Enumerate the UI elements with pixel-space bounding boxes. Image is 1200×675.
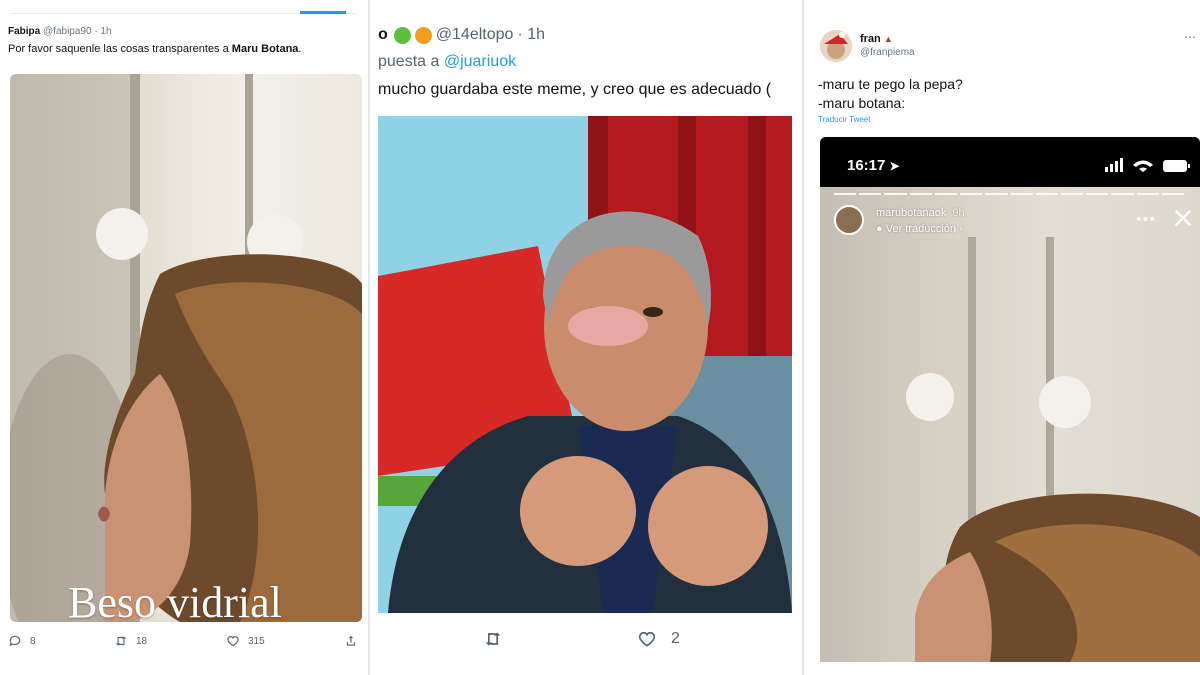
see-translation-link[interactable]: ● Ver traducción › <box>876 223 963 235</box>
story-progress-bar <box>834 193 1185 195</box>
story-username-text: marubotanaok <box>876 207 947 219</box>
tab-bar <box>10 0 356 14</box>
reply-button[interactable]: 8 <box>8 634 36 648</box>
reply-prefix: puesta a <box>378 53 444 70</box>
see-translation-text: Ver traducción <box>885 223 957 235</box>
green-heart-icon <box>393 26 411 44</box>
share-button[interactable] <box>344 634 358 648</box>
like-icon <box>227 636 239 647</box>
like-count: 315 <box>248 635 265 647</box>
tweet-time[interactable]: · 1h <box>517 26 545 44</box>
more-options-icon[interactable]: ⋯ <box>1184 30 1196 44</box>
tweet-card-14eltopo: o @14eltopo · 1h puesta a @juariuok much… <box>373 0 797 675</box>
santa-hat-icon: ▲ <box>883 34 893 44</box>
story-time: 9h <box>952 207 965 219</box>
tweet-actions: 8 18 315 <box>8 634 362 652</box>
retweet-icon <box>485 632 501 646</box>
phone-status-bar: 16:17 ➤ <box>820 137 1200 187</box>
panel-divider <box>368 0 370 675</box>
tweet-text-line2: -maru botana: <box>818 95 906 111</box>
translate-icon: ● <box>876 223 883 235</box>
translate-tweet-link[interactable]: Traducir Tweet <box>818 115 870 124</box>
author-name[interactable]: fran ▲ <box>860 33 893 45</box>
tweet-header: o @14eltopo · 1h <box>378 26 545 44</box>
tweet-text-end: . <box>298 43 302 55</box>
story-more-icon[interactable]: ••• <box>1136 211 1156 229</box>
like-icon <box>638 631 656 647</box>
like-button[interactable]: 315 <box>226 634 265 648</box>
author-name-text: fran <box>860 33 881 45</box>
tweet-text-bold: Maru Botana <box>231 43 299 55</box>
tweet-actions: 2 <box>373 629 797 655</box>
tweet-text-part: Por favor saquenle las cosas transparent… <box>8 43 232 55</box>
tweet-header: Fabipa @fabipa90 · 1h <box>8 26 112 37</box>
tweet-image[interactable] <box>378 116 792 613</box>
reply-count: 8 <box>30 635 36 647</box>
retweet-icon <box>115 636 127 646</box>
tweet-image-story-screenshot[interactable]: 16:17 ➤ marubotanaok 9h ● Ver traducción… <box>820 137 1200 662</box>
retweet-button[interactable] <box>483 629 503 649</box>
reply-icon <box>9 635 21 647</box>
avatar-image <box>820 30 852 62</box>
author-name[interactable]: o <box>378 26 388 44</box>
tweet-text-line1: -maru te pego la pepa? <box>818 76 963 92</box>
tweet-text: mucho guardaba este meme, y creo que es … <box>378 81 772 98</box>
tweet-time[interactable]: · 1h <box>94 26 111 37</box>
active-tab-indicator <box>300 11 346 14</box>
tweet-card-fran: fran ▲ @franpiema ⋯ -maru te pego la pep… <box>808 0 1200 675</box>
author-handle[interactable]: @fabipa90 <box>43 26 92 37</box>
retweet-count: 18 <box>136 635 148 647</box>
tweet-card-fabipa: Fabipa @fabipa90 · 1h Por favor saquenle… <box>0 0 366 675</box>
like-button[interactable]: 2 <box>637 629 680 649</box>
panel-divider <box>802 0 804 675</box>
tweet-video[interactable]: Beso vidrial <box>10 74 362 622</box>
story-username[interactable]: marubotanaok 9h <box>876 207 965 219</box>
signal-wifi-battery-icons <box>1105 158 1190 172</box>
author-name[interactable]: Fabipa <box>8 26 40 37</box>
share-icon <box>346 635 356 646</box>
author-handle[interactable]: @14eltopo <box>436 26 514 44</box>
tweet-text: Por favor saquenle las cosas transparent… <box>8 43 301 55</box>
reply-context: puesta a @juariuok <box>378 53 516 71</box>
story-scene <box>820 187 1200 662</box>
video-caption: Beso vidrial <box>68 578 282 622</box>
instagram-story: marubotanaok 9h ● Ver traducción › ••• <box>820 187 1200 662</box>
story-avatar[interactable] <box>834 205 864 235</box>
reply-handle-link[interactable]: @juariuok <box>444 53 516 70</box>
avatar[interactable] <box>820 30 852 62</box>
location-arrow-icon: ➤ <box>889 159 900 173</box>
phone-time: 16:17 ➤ <box>847 157 900 174</box>
orange-heart-icon <box>414 26 432 44</box>
author-handle[interactable]: @franpiema <box>860 47 915 58</box>
close-icon[interactable] <box>1172 207 1194 229</box>
phone-time-text: 16:17 <box>847 157 886 174</box>
video-frame-scene <box>10 74 362 622</box>
retweet-button[interactable]: 18 <box>114 634 147 648</box>
meme-image-scene <box>378 116 792 613</box>
like-count: 2 <box>671 630 680 647</box>
